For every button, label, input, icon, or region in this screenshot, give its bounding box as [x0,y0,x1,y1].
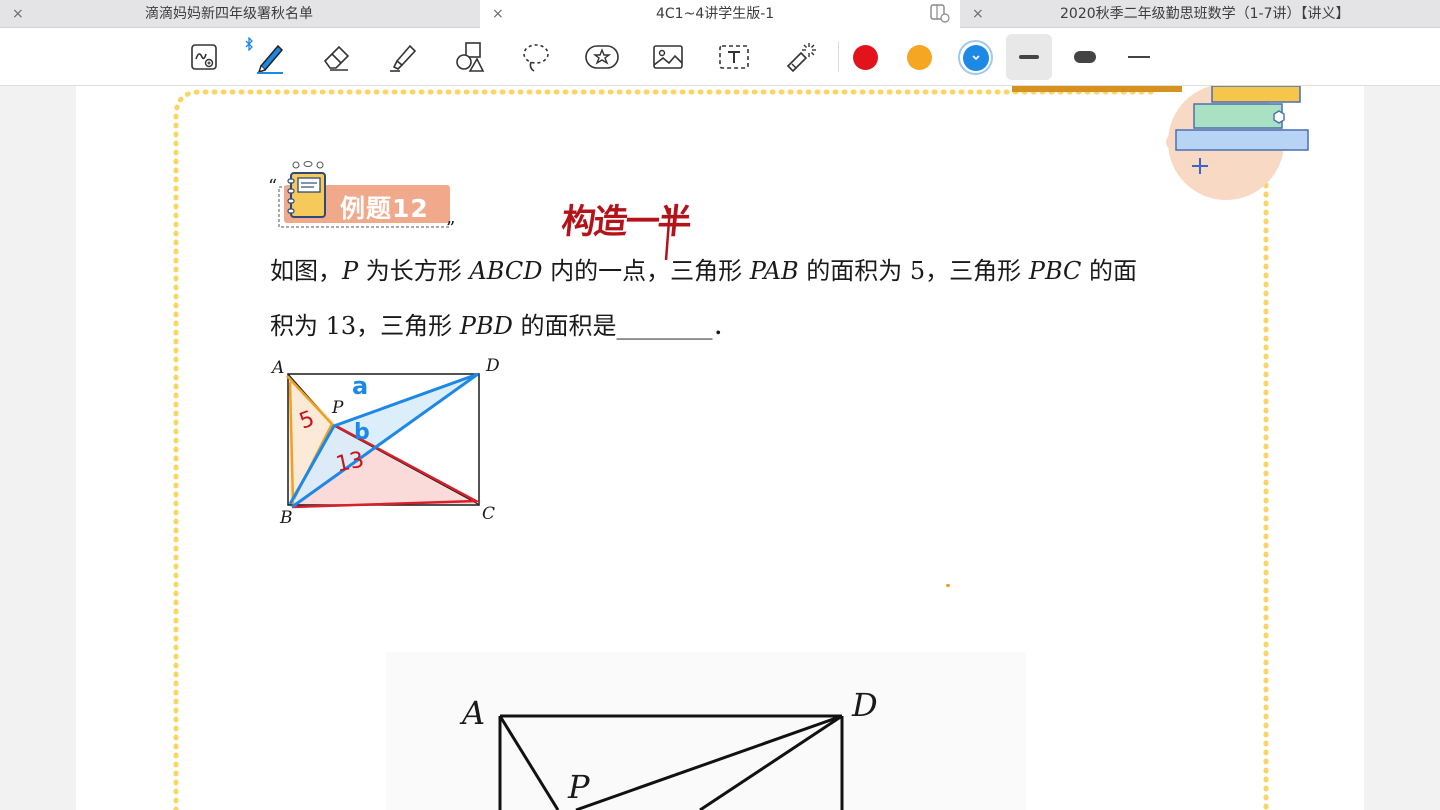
ink-dot [946,584,950,587]
example-badge: 例题12 [276,161,452,231]
vertex-label-c: C [482,504,496,524]
laser-pointer-icon[interactable] [780,37,820,77]
stroke-thick-button[interactable] [1062,34,1108,80]
vertex-label-p: P [332,398,344,418]
figure-large [498,714,844,810]
part-a-annotation: a [352,372,369,400]
tab-bar: × 滴滴妈妈新四年级署秋名单 × 4C1~4讲学生版-1 × 2020秋季二年级… [0,0,1440,28]
tab-close-icon[interactable]: × [12,6,24,22]
eraser-icon[interactable] [317,37,357,77]
stroke-hairline-button[interactable] [1116,34,1162,80]
shapes-icon[interactable] [449,37,489,77]
color-red-swatch[interactable] [853,45,878,70]
chevron-down-icon [971,54,980,60]
tab-title: 2020秋季二年级勤思班数学（1-7讲）【讲义】 [1060,6,1350,22]
vertex-label-a: A [272,358,285,378]
text-icon[interactable] [714,37,754,77]
color-orange-swatch[interactable] [907,45,932,70]
quote-close: ” [446,218,456,239]
tab-3[interactable]: × 2020秋季二年级勤思班数学（1-7讲）【讲义】 [960,0,1440,28]
tab-2[interactable]: × 4C1~4讲学生版-1 [480,0,960,28]
stroke-thin-button[interactable] [1006,34,1052,80]
vertex-label-b: B [280,508,293,528]
part-b-annotation: b [354,420,370,445]
color-blue-swatch-selected[interactable] [958,40,993,75]
vertex-label-d: D [486,356,500,376]
books-illustration [1166,86,1309,200]
example-label: 例题12 [340,194,429,223]
split-view-icon[interactable] [930,3,950,27]
lasso-icon[interactable] [516,37,556,77]
zoom-pen-icon[interactable] [184,37,224,77]
image-icon[interactable] [648,37,688,77]
large-vertex-label-p: P [568,768,590,806]
color-blue-swatch [962,44,989,71]
tab-close-icon[interactable]: × [972,6,984,22]
document-page: “ 例题12 ” 如图，P 为长方形 ABCD 内的一点，三角形 PAB 的面积… [76,86,1364,810]
answer-blank: ________ [616,312,713,340]
question-line-2: 积为 13，三角形 PBD 的面积是________． [270,312,737,340]
question-line-1: 如图，P 为长方形 ABCD 内的一点，三角形 PAB 的面积为 5，三角形 P… [270,257,1138,285]
notebook-icon [287,161,326,218]
toolbar-divider [838,42,839,72]
annotation-toolbar [0,28,1440,86]
handwritten-stroke [664,207,672,261]
sticker-icon[interactable] [582,37,622,77]
highlighter-icon[interactable] [383,37,423,77]
tab-1[interactable]: × 滴滴妈妈新四年级署秋名单 [0,0,480,28]
pen-icon[interactable] [250,37,290,77]
large-vertex-label-d: D [852,686,878,724]
tab-title: 滴滴妈妈新四年级署秋名单 [145,6,313,22]
large-vertex-label-a: A [462,694,486,732]
tab-title: 4C1~4讲学生版-1 [656,6,775,22]
tab-close-icon[interactable]: × [492,6,504,22]
